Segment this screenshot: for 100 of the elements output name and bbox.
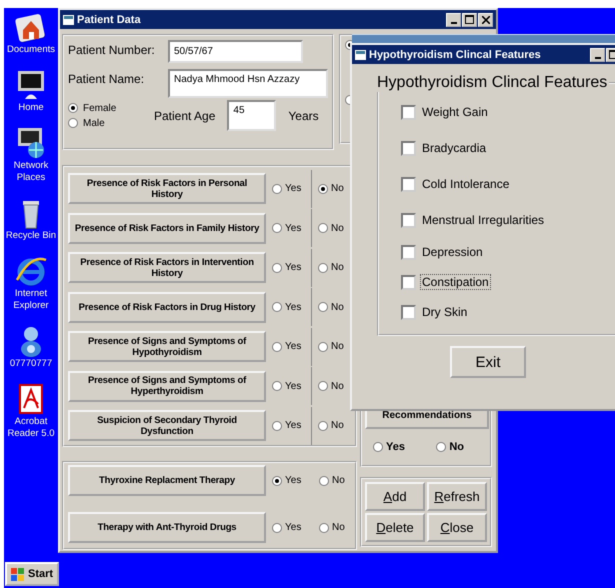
patient-number-field[interactable]: 50/57/67 [168,40,303,63]
question-button[interactable]: Presence of Risk Factors in Family History [68,212,266,244]
radio-label: Yes [285,262,302,273]
checkbox-label: Menstrual Irregularities [421,212,546,228]
checkbox-label: Dry Skin [421,304,468,320]
checkbox-label: Weight Gain [421,104,489,120]
radio-label: No [332,522,345,533]
radio-button[interactable] [318,223,328,233]
checkbox[interactable] [401,140,416,156]
group-heading: Hypothyroidism Clincal Features [377,74,608,92]
checkbox[interactable] [401,244,416,260]
checkbox[interactable] [401,274,416,290]
radio-label: No [331,420,344,431]
question-button[interactable]: Suspicion of Secondary Thyroid Dysfunction [68,410,266,441]
radio-label: Yes [285,341,302,352]
window-title: Hypothyroidism Clincal Features [369,48,542,60]
desktop-icon-label[interactable]: Documents [4,44,58,56]
radio-button[interactable] [272,223,282,233]
checkbox[interactable] [401,104,416,120]
start-button[interactable]: Start [5,562,60,586]
question-button[interactable]: Presence of Risk Factors in Intervention History [68,252,266,283]
radio-button[interactable] [318,262,328,272]
desktop-icon-label[interactable]: Network Places [4,160,58,184]
minimize-icon [450,22,456,24]
radio-button[interactable] [373,442,383,452]
radio-label: No [449,441,464,453]
checkbox-label: Bradycardia [421,140,488,156]
question-button[interactable]: Presence of Signs and Symptoms of Hyperthyroidism [68,370,266,402]
minimize-button[interactable] [446,12,461,26]
radio-button[interactable] [272,420,282,430]
radio-button[interactable] [436,442,446,452]
app-icon [63,14,74,24]
radio-label: Yes [285,183,302,194]
radio-label: No [332,475,345,486]
maximize-icon [465,15,474,24]
patient-name-field[interactable]: Nadya Mhmood Hsn Azzazy [168,69,328,98]
radio-button[interactable] [272,476,282,486]
desktop-icon-label[interactable]: Internet Explorer [4,288,58,312]
checkbox[interactable] [401,304,416,320]
radio-button[interactable] [272,342,282,352]
radio-label: No [331,222,344,234]
radio-label: No [331,380,344,392]
patient-age-field[interactable]: 45 [227,100,276,131]
checkbox[interactable] [401,212,416,228]
radio-label: Female [83,102,116,114]
action-button[interactable]: Add [365,482,425,511]
window-title: Patient Data [77,14,142,26]
question-button[interactable]: Presence of Risk Factors in Personal History [68,173,266,204]
radio-label: Yes [386,441,405,453]
checkbox-label: Constipation [420,274,491,290]
checkbox-label: Cold Intolerance [421,176,510,192]
radio-button[interactable] [318,381,328,391]
radio-label: No [331,262,344,273]
radio-button[interactable] [318,342,328,352]
field-label: Patient Age [154,108,216,122]
radio-label: No [331,183,344,194]
unit-label: Years [288,108,319,122]
action-button[interactable]: Delete [365,513,425,542]
radio-label: Yes [285,380,302,392]
action-button[interactable]: Refresh [427,482,487,511]
question-button[interactable]: Presence of Risk Factors in Drug History [68,292,266,322]
action-button[interactable]: Close [427,513,487,542]
radio-label: Yes [285,302,302,312]
therapy-button[interactable]: Therapy with Ant-Thyroid Drugs [68,512,266,543]
desktop-icon-label[interactable]: 07770777 [4,358,58,370]
checkbox-label: Depression [421,244,484,260]
windows-flag-icon [11,568,25,580]
exit-button[interactable]: Exit [450,346,526,378]
radio-button[interactable] [68,118,78,128]
desktop-icon-label[interactable]: Recycle Bin [4,230,58,242]
close-icon [482,16,490,24]
maximize-button[interactable] [462,12,477,26]
radio-button[interactable] [272,184,282,194]
desktop-icon-label[interactable]: Acrobat Reader 5.0 [4,416,58,440]
app-icon [355,50,366,60]
field-label: Patient Number: [68,42,156,57]
radio-button[interactable] [68,103,78,113]
radio-button[interactable] [319,476,329,486]
radio-button[interactable] [272,262,282,272]
radio-label: Yes [285,222,302,234]
radio-button[interactable] [318,420,328,430]
radio-label: No [331,341,344,352]
field-label: Patient Name: [68,71,146,86]
question-button[interactable]: Presence of Signs and Symptoms of Hypothyroidism [68,331,266,362]
close-button[interactable] [478,12,493,26]
therapy-button[interactable]: Thyroxine Replacment Therapy [68,465,266,496]
radio-button[interactable] [272,302,282,312]
minimize-icon [594,56,600,58]
radio-label: Yes [285,475,302,486]
radio-button[interactable] [318,302,328,312]
minimize-button[interactable] [590,48,605,62]
radio-button[interactable] [272,522,282,532]
radio-button[interactable] [318,184,328,194]
radio-label: Male [83,118,105,128]
radio-button[interactable] [319,522,329,532]
radio-button[interactable] [272,381,282,391]
checkbox[interactable] [401,176,416,192]
radio-label: No [331,302,344,312]
radio-label: Yes [285,420,302,431]
desktop-icon-label[interactable]: Home [4,102,58,114]
